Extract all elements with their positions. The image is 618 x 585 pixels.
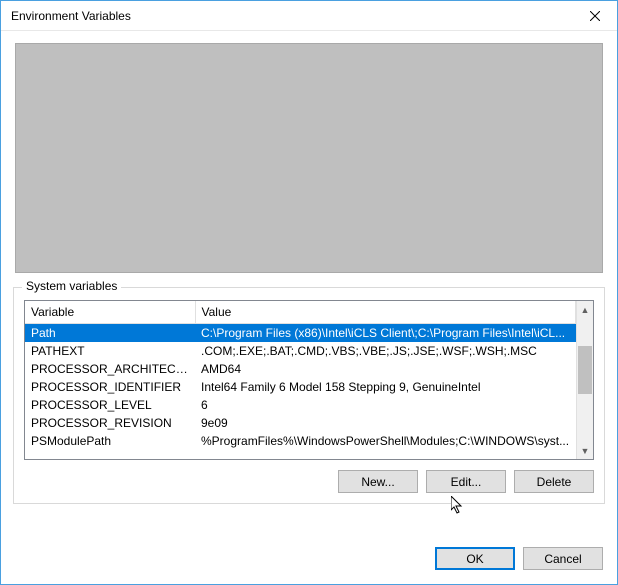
dialog-footer: OK Cancel	[1, 529, 617, 584]
dialog-content: System variables Variable Value	[1, 31, 617, 529]
window-title: Environment Variables	[11, 9, 131, 23]
column-header-variable[interactable]: Variable	[25, 301, 195, 324]
user-variables-panel	[15, 43, 603, 273]
variable-name-cell: PROCESSOR_LEVEL	[25, 396, 195, 414]
scroll-down-arrow-icon[interactable]: ▼	[577, 442, 593, 459]
variable-value-cell: .COM;.EXE;.BAT;.CMD;.VBS;.VBE;.JS;.JSE;.…	[195, 342, 576, 360]
scrollbar-track[interactable]	[577, 318, 593, 442]
table-header-row: Variable Value	[25, 301, 576, 324]
close-icon	[590, 11, 600, 21]
delete-button[interactable]: Delete	[514, 470, 594, 493]
table-row[interactable]: PSModulePath%ProgramFiles%\WindowsPowerS…	[25, 432, 576, 450]
scroll-up-arrow-icon[interactable]: ▲	[577, 301, 593, 318]
system-variables-buttons: New... Edit... Delete	[24, 470, 594, 493]
new-button[interactable]: New...	[338, 470, 418, 493]
scrollbar-thumb[interactable]	[578, 346, 592, 394]
table-row[interactable]: PROCESSOR_IDENTIFIERIntel64 Family 6 Mod…	[25, 378, 576, 396]
system-variables-list[interactable]: Variable Value PathC:\Program Files (x86…	[24, 300, 594, 460]
system-variables-group: System variables Variable Value	[13, 287, 605, 504]
close-button[interactable]	[572, 1, 617, 31]
titlebar: Environment Variables	[1, 1, 617, 31]
variable-value-cell: C:\Program Files (x86)\Intel\iCLS Client…	[195, 324, 576, 343]
table-row[interactable]: PROCESSOR_REVISION9e09	[25, 414, 576, 432]
variable-value-cell: %ProgramFiles%\WindowsPowerShell\Modules…	[195, 432, 576, 450]
variable-value-cell: 6	[195, 396, 576, 414]
cancel-button[interactable]: Cancel	[523, 547, 603, 570]
variable-value-cell: AMD64	[195, 360, 576, 378]
variable-name-cell: PSModulePath	[25, 432, 195, 450]
column-header-value[interactable]: Value	[195, 301, 576, 324]
table-row[interactable]: PROCESSOR_LEVEL6	[25, 396, 576, 414]
environment-variables-dialog: Environment Variables System variables	[0, 0, 618, 585]
vertical-scrollbar[interactable]: ▲ ▼	[576, 301, 593, 459]
edit-button[interactable]: Edit...	[426, 470, 506, 493]
system-variables-label: System variables	[22, 279, 121, 293]
variable-name-cell: PATHEXT	[25, 342, 195, 360]
variable-name-cell: PROCESSOR_REVISION	[25, 414, 195, 432]
variable-name-cell: Path	[25, 324, 195, 343]
table-row[interactable]: PROCESSOR_ARCHITECTUREAMD64	[25, 360, 576, 378]
ok-button[interactable]: OK	[435, 547, 515, 570]
variable-value-cell: Intel64 Family 6 Model 158 Stepping 9, G…	[195, 378, 576, 396]
variable-name-cell: PROCESSOR_IDENTIFIER	[25, 378, 195, 396]
table-row[interactable]: PathC:\Program Files (x86)\Intel\iCLS Cl…	[25, 324, 576, 343]
variable-value-cell: 9e09	[195, 414, 576, 432]
table-row[interactable]: PATHEXT.COM;.EXE;.BAT;.CMD;.VBS;.VBE;.JS…	[25, 342, 576, 360]
variable-name-cell: PROCESSOR_ARCHITECTURE	[25, 360, 195, 378]
